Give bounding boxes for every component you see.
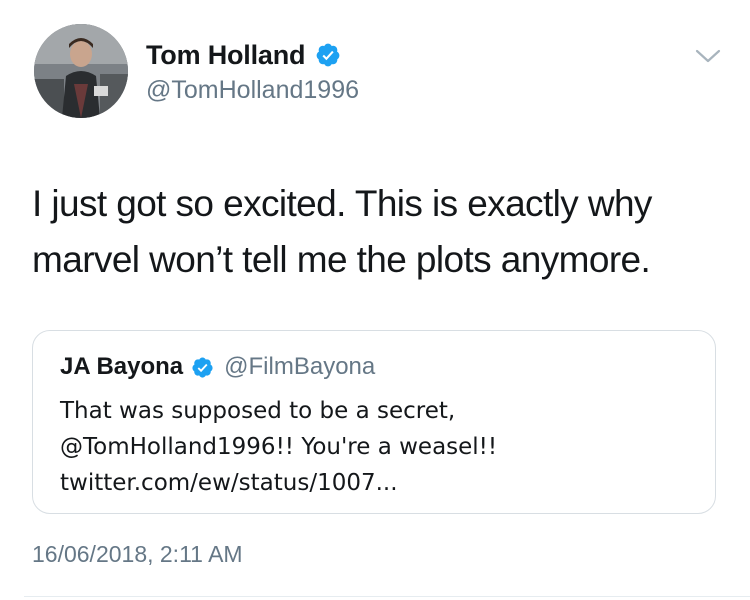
quoted-author-handle: @FilmBayona bbox=[224, 353, 376, 380]
verified-badge-icon bbox=[315, 42, 341, 68]
chevron-down-icon[interactable] bbox=[694, 46, 722, 66]
quoted-text-line: That was supposed to be a secret, bbox=[60, 398, 456, 424]
author-display-name[interactable]: Tom Holland bbox=[146, 40, 305, 71]
tweet-timestamp[interactable]: 16/06/2018, 2:11 AM bbox=[32, 541, 243, 568]
quoted-tweet-text: That was supposed to be a secret, @TomHo… bbox=[60, 393, 700, 501]
avatar[interactable] bbox=[34, 24, 128, 118]
tweet-card: Tom Holland @TomHolland1996 I just got s… bbox=[0, 0, 750, 600]
quoted-author-row: JA Bayona @FilmBayona bbox=[60, 351, 375, 383]
quoted-text-line: @TomHolland1996!! You're a weasel!! bbox=[60, 434, 498, 460]
tweet-text-line: marvel won’t tell me the plots anymore. bbox=[32, 239, 651, 280]
tweet-text-line: I just got so excited. This is exactly w… bbox=[32, 183, 652, 224]
tweet-text: I just got so excited. This is exactly w… bbox=[32, 176, 722, 288]
quoted-author-display-name: JA Bayona bbox=[60, 353, 184, 380]
quoted-text-link[interactable]: twitter.com/ew/status/1007... bbox=[60, 465, 700, 501]
divider bbox=[24, 596, 750, 597]
author-handle[interactable]: @TomHolland1996 bbox=[146, 76, 359, 105]
quoted-tweet[interactable]: JA Bayona @FilmBayona That was supposed … bbox=[32, 330, 716, 514]
author-name-row[interactable]: Tom Holland bbox=[146, 38, 341, 72]
verified-badge-icon bbox=[191, 356, 214, 379]
